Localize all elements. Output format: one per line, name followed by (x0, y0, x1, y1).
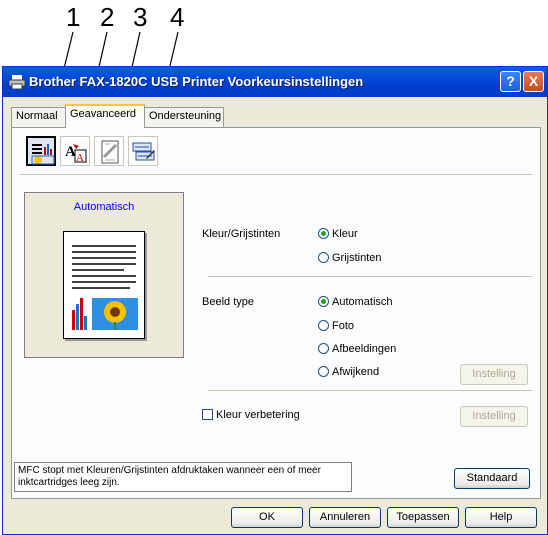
callout-3: 3 (133, 2, 148, 32)
help-title-button[interactable]: ? (500, 71, 521, 92)
title-bar[interactable]: Brother FAX-1820C USB Printer Voorkeursi… (3, 67, 547, 97)
status-message: MFC stopt met Kleuren/Grijstinten afdruk… (14, 462, 352, 492)
radio-circle (318, 228, 329, 239)
color-enhance-settings-button[interactable]: Instelling (460, 406, 528, 427)
radio-circle (318, 296, 329, 307)
radio-circle (318, 366, 329, 377)
radio-label: Kleur (332, 228, 358, 240)
callout-2: 2 (100, 2, 115, 32)
callout-4: 4 (170, 2, 185, 32)
watermark-button[interactable] (94, 136, 124, 166)
image-type-settings-button[interactable]: Instelling (460, 364, 528, 385)
print-quality-button[interactable] (26, 136, 56, 166)
checkbox-box (202, 409, 213, 420)
tab-normaal[interactable]: Normaal (11, 107, 66, 127)
tab-ondersteuning[interactable]: Ondersteuning (144, 107, 224, 127)
close-button[interactable]: X (523, 71, 544, 92)
radio-afbeeldingen[interactable]: Afbeeldingen (318, 343, 396, 359)
window-title: Brother FAX-1820C USB Printer Voorkeursi… (29, 74, 364, 89)
radio-label: Foto (332, 320, 355, 332)
svg-text:A: A (76, 152, 84, 164)
preview-label: Automatisch (73, 201, 135, 213)
toolbar-separator (20, 174, 532, 175)
radio-circle (318, 252, 329, 263)
help-button[interactable]: Help (465, 507, 537, 528)
print-quality-icon (31, 144, 55, 165)
radio-label: Automatisch (332, 296, 393, 308)
section-separator (208, 276, 532, 277)
preview-page-graphic (72, 245, 138, 330)
preview-pane: Automatisch (24, 192, 184, 358)
color-icon: A A (65, 144, 87, 164)
svg-text:A: A (65, 144, 76, 160)
device-options-icon (132, 142, 155, 161)
radio-label: Afwijkend (332, 366, 380, 378)
default-button[interactable]: Standaard (454, 468, 530, 489)
ok-button[interactable]: OK (231, 507, 303, 528)
color-enhance-checkbox[interactable]: Kleur verbetering (202, 409, 300, 425)
device-options-button[interactable] (128, 136, 158, 166)
radio-grijstinten[interactable]: Grijstinten (318, 252, 382, 268)
radio-kleur[interactable]: Kleur (318, 228, 358, 244)
printer-icon (9, 75, 25, 89)
tab-geavanceerd[interactable]: Geavanceerd (65, 104, 145, 128)
cancel-button[interactable]: Annuleren (309, 507, 381, 528)
printer-preferences-window: Brother FAX-1820C USB Printer Voorkeursi… (2, 66, 548, 535)
apply-button[interactable]: Toepassen (387, 507, 459, 528)
section-separator (208, 390, 532, 391)
preview-page (63, 231, 145, 339)
radio-label: Grijstinten (332, 252, 382, 264)
radio-afwijkend[interactable]: Afwijkend (318, 366, 379, 382)
radio-circle (318, 320, 329, 331)
advanced-tab-panel: A A Automatisch Kleur/Grijstinten Kleur … (11, 127, 541, 499)
tab-label: Normaal (16, 110, 58, 122)
tab-label: Ondersteuning (149, 110, 222, 122)
radio-circle (318, 343, 329, 354)
radio-foto[interactable]: Foto (318, 320, 354, 336)
watermark-icon (101, 140, 119, 164)
image-type-label: Beeld type (202, 296, 254, 308)
radio-automatisch[interactable]: Automatisch (318, 296, 393, 312)
color-grayscale-label: Kleur/Grijstinten (202, 228, 281, 240)
color-settings-button[interactable]: A A (60, 136, 90, 166)
checkbox-label: Kleur verbetering (216, 409, 300, 421)
callout-1: 1 (66, 2, 81, 32)
tab-label: Geavanceerd (70, 108, 137, 120)
radio-label: Afbeeldingen (332, 343, 397, 355)
